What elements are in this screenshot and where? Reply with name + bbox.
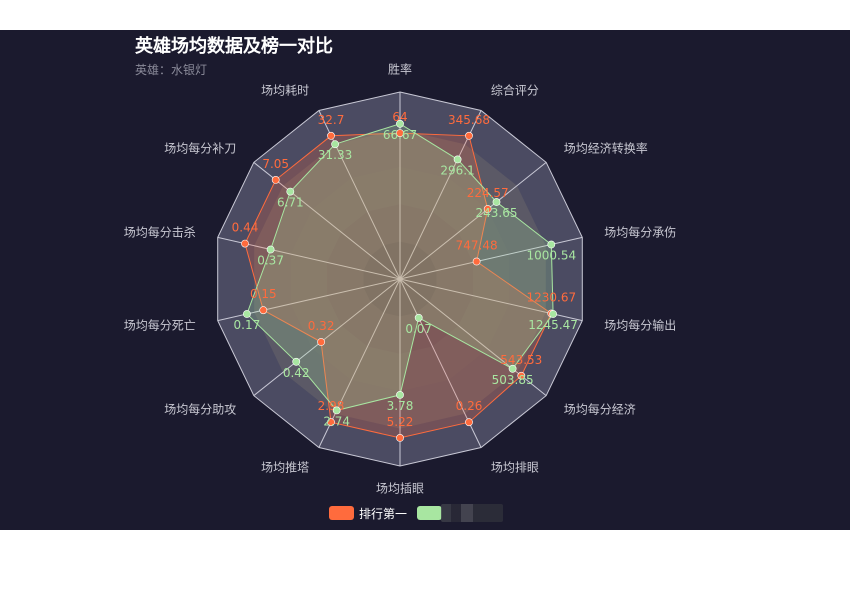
- series-top-point: [472, 257, 481, 266]
- series-hero-point: [396, 390, 404, 399]
- radar-indicator-label: 综合评分: [491, 82, 539, 97]
- series-top-point: [327, 131, 335, 140]
- series-top-point: [396, 433, 404, 442]
- series-hero-point: [508, 364, 517, 373]
- radar-indicator-label: 场均每分承伤: [604, 224, 676, 239]
- series-hero-point: [549, 310, 557, 318]
- series-hero-value-label: 0.17: [234, 318, 261, 332]
- legend-label-top: 排行第一: [359, 506, 408, 521]
- radar-chart: 胜率综合评分场均经济转换率场均每分承伤场均每分输出场均每分经济场均排眼场均插眼 场…: [124, 62, 676, 496]
- series-hero-point: [547, 240, 556, 249]
- series-hero-value-label: 0.07: [405, 322, 432, 336]
- radar-indicator-label: 场均排眼: [491, 461, 539, 475]
- series-hero-point: [414, 313, 423, 322]
- series-hero-value-label: 0.42: [283, 366, 310, 380]
- legend-item-hero[interactable]: [417, 504, 504, 522]
- series-hero-point: [453, 155, 462, 164]
- series-top-value-label: 5.22: [387, 415, 414, 429]
- legend-swatch-hero: [417, 506, 443, 520]
- series-hero-value-label: 66.67: [383, 128, 417, 142]
- radar-indicator-label: 场均经济转换率: [564, 140, 648, 155]
- radar-indicator-label: 场均每分击杀: [124, 224, 196, 239]
- series-top-value-label: 0.26: [456, 399, 483, 413]
- series-top-value-label: 32.7: [318, 113, 345, 127]
- series-top-point: [259, 306, 268, 315]
- series-hero-value-label: 0.37: [257, 254, 284, 268]
- series-top-value-label: 543.53: [500, 353, 542, 367]
- series-top-value-label: 747.48: [456, 239, 498, 253]
- radar-indicator-label: 场均每分经济: [564, 402, 636, 417]
- series-top-value-label: 345.68: [448, 113, 490, 127]
- series-hero-point: [292, 357, 301, 366]
- series-top-point: [465, 131, 473, 140]
- radar-indicator-label: 场均耗时: [261, 83, 309, 97]
- series-top-point: [271, 175, 280, 184]
- series-hero-value-label: 503.85: [492, 373, 534, 387]
- radar-indicator-label: 场均每分输出: [604, 318, 676, 333]
- radar-indicator-label: 场均每分补刀: [164, 140, 236, 155]
- series-hero-point: [492, 198, 501, 206]
- radar-indicator-label: 场均每分助攻: [164, 402, 236, 417]
- radar-indicator-label: 胜率: [388, 62, 412, 77]
- series-hero-point: [331, 140, 339, 149]
- series-hero-point: [242, 310, 251, 318]
- series-hero-point: [286, 187, 295, 196]
- series-top-value-label: 7.05: [262, 157, 289, 171]
- radar-indicator-label: 场均插眼: [376, 481, 424, 495]
- series-hero-value-label: 6.71: [277, 196, 304, 210]
- series-hero-point: [396, 119, 404, 128]
- radar-indicator-label: 场均推塔: [261, 461, 309, 475]
- series-top-value-label: 0.44: [232, 221, 259, 235]
- series-hero-value-label: 296.1: [440, 163, 474, 177]
- series-hero-value-label: 2.74: [323, 414, 350, 428]
- chart-container: 英雄场均数据及榜一对比 英雄：水银灯 胜率 综合评分 场均经济转换率 场均每分承伤 场均…: [0, 30, 850, 530]
- series-top-value-label: 224.57: [467, 186, 509, 200]
- series-hero-value-label: 1245.47: [528, 318, 578, 332]
- series-hero-value-label: 31.33: [318, 148, 352, 162]
- legend: 排行第一: [329, 503, 513, 523]
- series-top-point: [465, 418, 473, 427]
- series-hero-point: [266, 245, 275, 254]
- series-hero-point: [332, 406, 341, 415]
- series-top-value-label: 0.15: [250, 287, 277, 301]
- legend-swatch-top: [329, 506, 354, 520]
- series-hero-value-label: 243.65: [476, 206, 518, 220]
- series-top-point: [317, 338, 325, 346]
- series-top-value-label: 1230.67: [526, 291, 576, 305]
- legend-label-redacted: [441, 504, 504, 522]
- series-hero-value-label: 3.78: [387, 399, 414, 413]
- radar-indicator-label: 场均每分死亡: [124, 318, 196, 333]
- series-top-point: [241, 239, 249, 248]
- legend-item-top[interactable]: 排行第一: [329, 505, 407, 522]
- series-top-value-label: 0.32: [308, 319, 335, 333]
- series-hero-value-label: 1000.54: [526, 249, 576, 263]
